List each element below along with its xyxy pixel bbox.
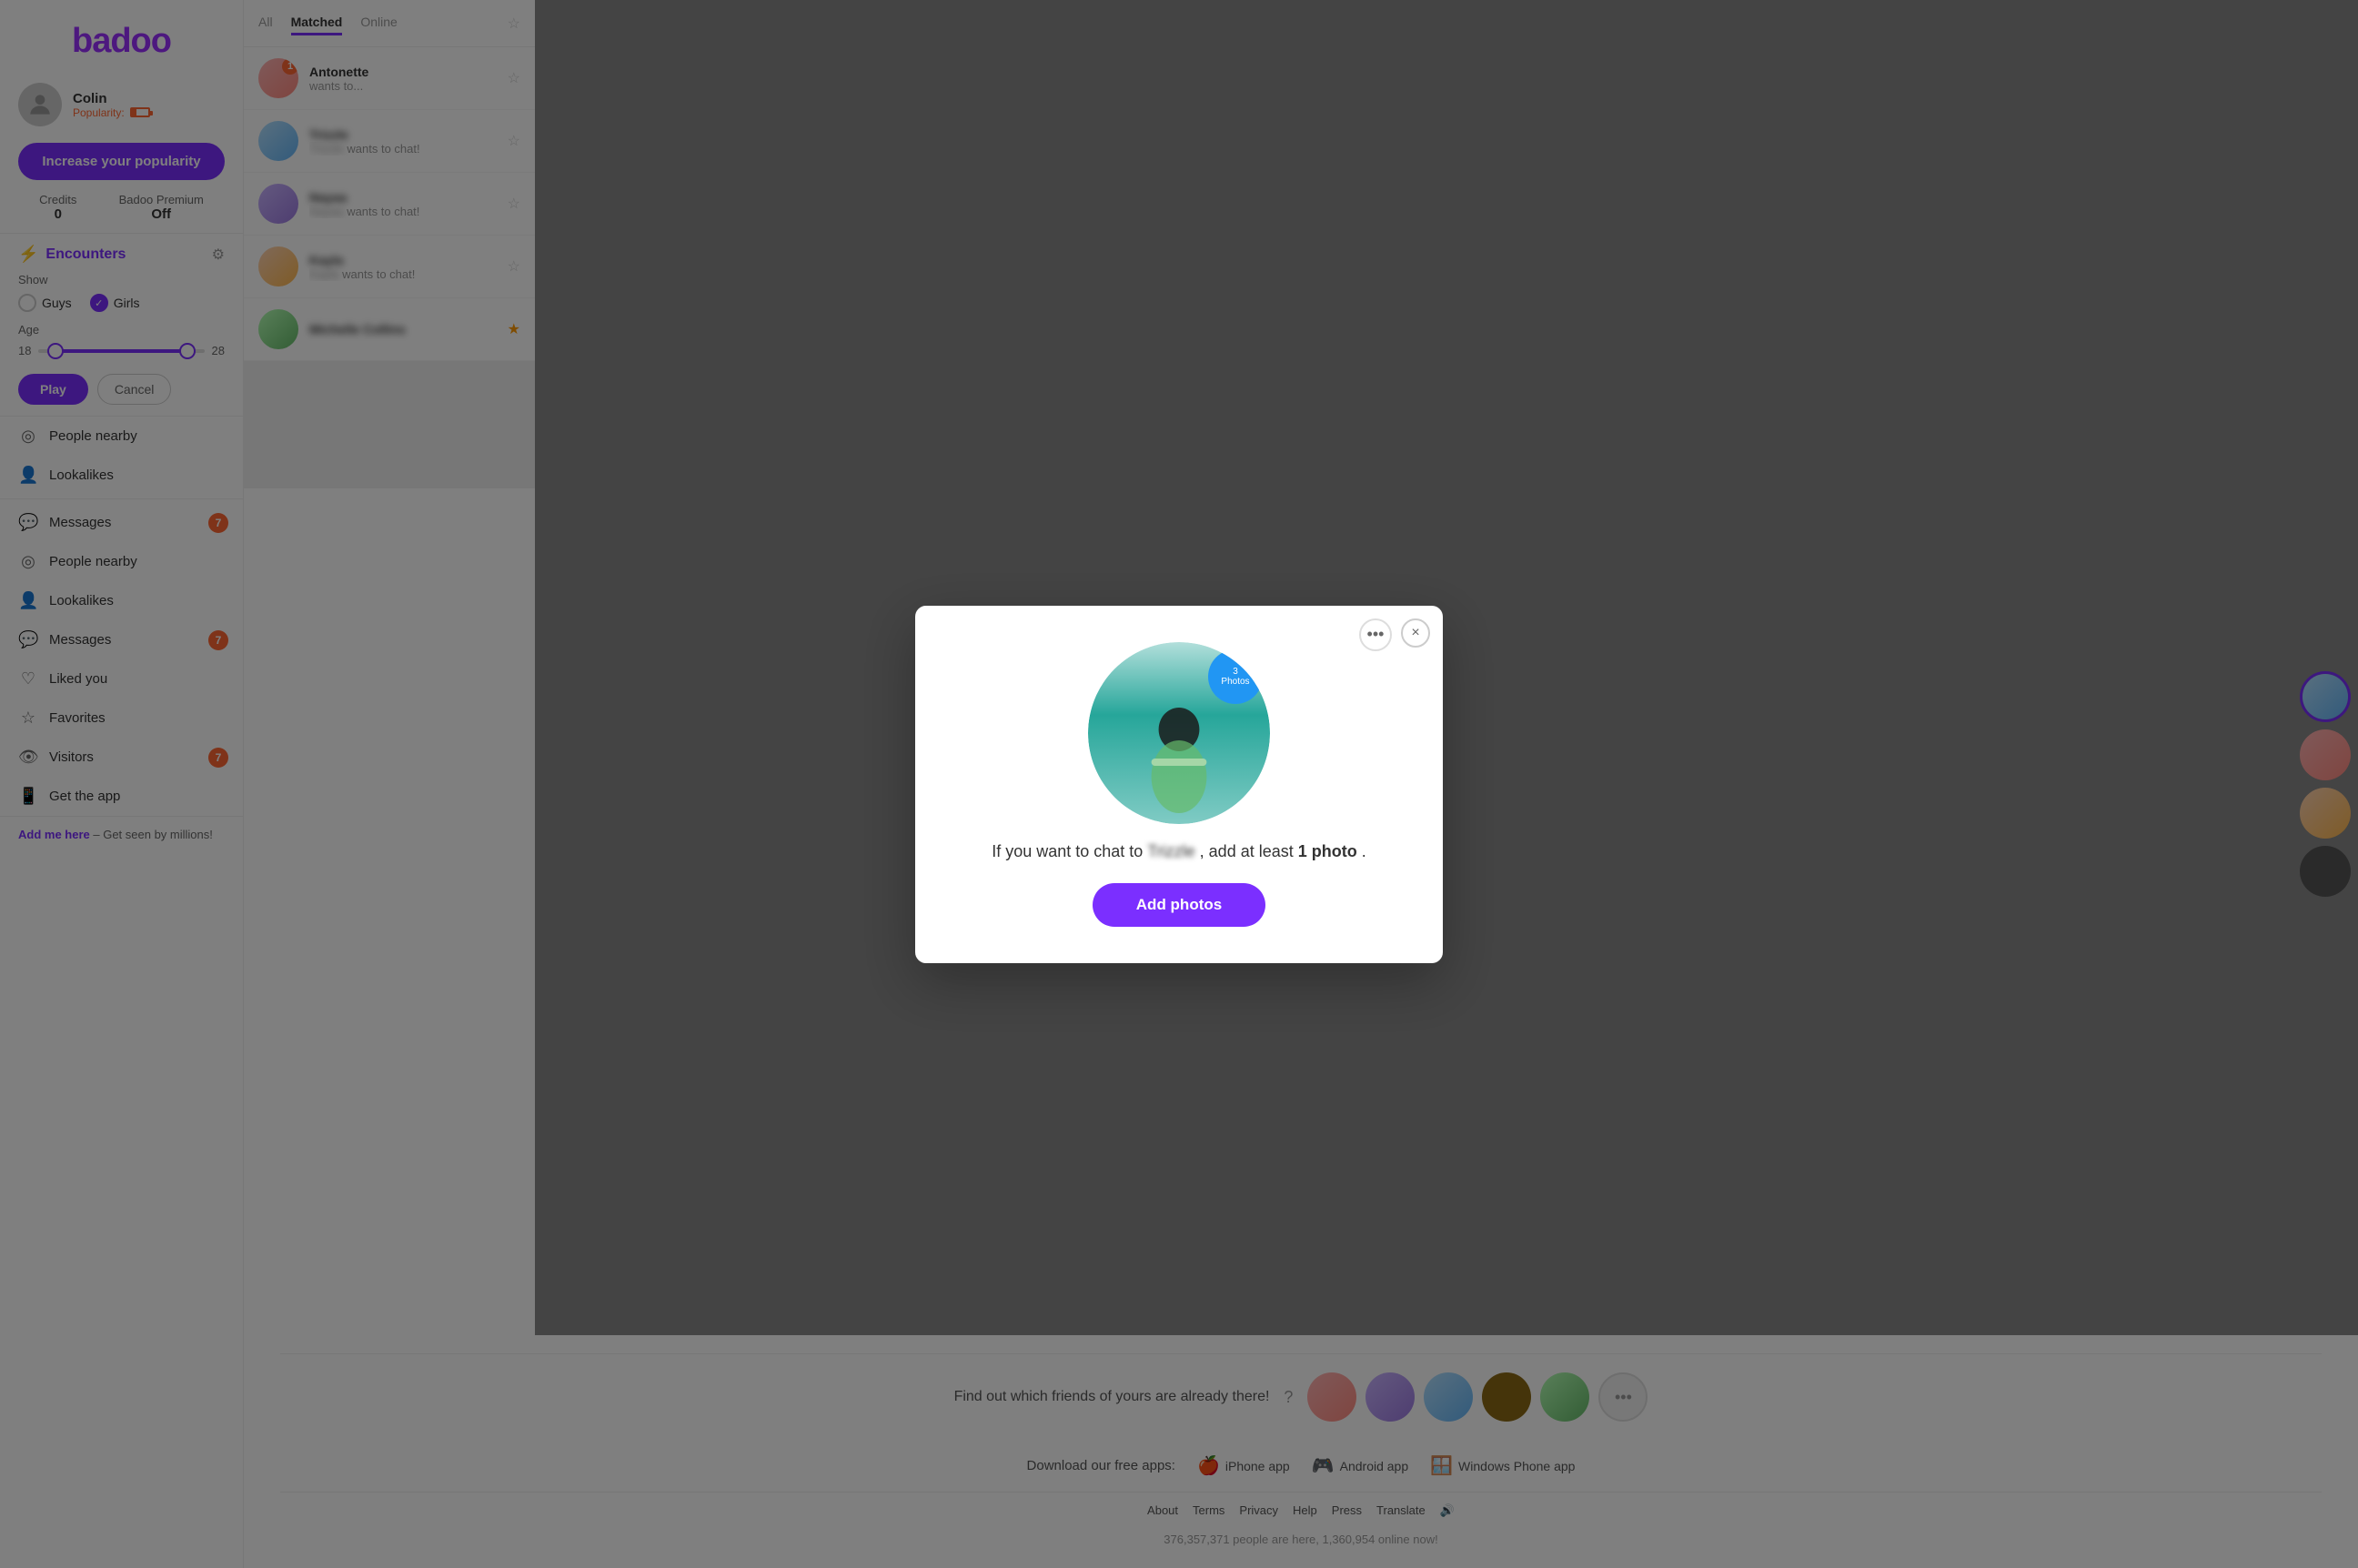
add-photos-button[interactable]: Add photos	[1093, 883, 1265, 927]
modal-message-part2: , add at least	[1200, 842, 1294, 860]
photos-count: 3	[1233, 667, 1238, 677]
modal: ••• × 3 Photos If you want to chat to T	[915, 606, 1443, 963]
close-icon: ×	[1411, 625, 1419, 641]
modal-profile-image: 3 Photos	[1088, 642, 1270, 824]
modal-message: If you want to chat to Trizzle , add at …	[992, 842, 1366, 861]
photos-label: Photos	[1221, 677, 1249, 687]
modal-person-name: Trizzle	[1147, 842, 1194, 861]
modal-message-part3: 1 photo	[1298, 842, 1357, 860]
modal-message-part4: .	[1362, 842, 1366, 860]
photos-badge: 3 Photos	[1208, 649, 1263, 704]
more-dots-icon: •••	[1367, 625, 1385, 644]
modal-close-button[interactable]: ×	[1401, 618, 1430, 648]
modal-overlay[interactable]: ••• × 3 Photos If you want to chat to T	[0, 0, 2358, 1568]
modal-message-part1: If you want to chat to	[992, 842, 1143, 860]
modal-more-button[interactable]: •••	[1359, 618, 1392, 651]
